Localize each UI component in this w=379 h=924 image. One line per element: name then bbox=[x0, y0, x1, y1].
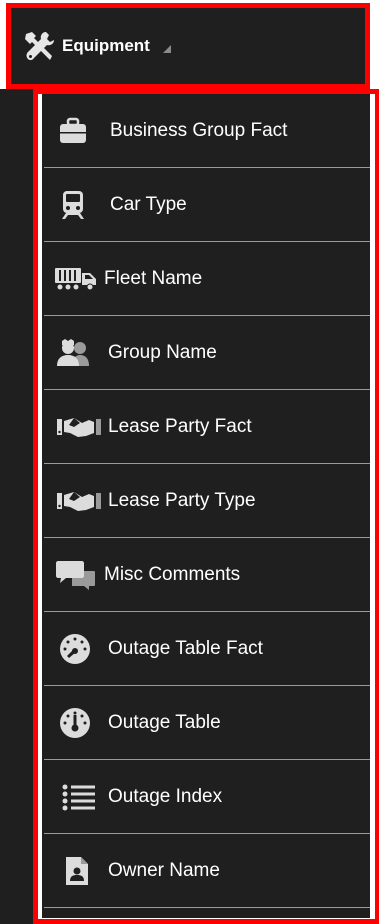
menu-item-label: Outage Table bbox=[108, 711, 221, 733]
menu-item-outage-table-fact[interactable]: Outage Table Fact bbox=[44, 612, 370, 686]
gauge-icon bbox=[58, 633, 92, 664]
comments-icon bbox=[56, 560, 96, 590]
menu-item-label: Car Type bbox=[110, 193, 187, 215]
menu-item-outage-table[interactable]: Outage Table bbox=[44, 686, 370, 760]
tools-icon bbox=[25, 32, 54, 61]
menu-item-fleet-name[interactable]: Fleet Name bbox=[44, 242, 370, 316]
menu-item-label: Outage Index bbox=[108, 785, 223, 807]
header-title: Equipment bbox=[62, 36, 150, 55]
menu-item-lease-party-type[interactable]: Lease Party Type bbox=[44, 464, 370, 538]
list-icon bbox=[62, 782, 96, 812]
truck-icon bbox=[54, 264, 98, 294]
menu-item-owner-name[interactable]: Owner Name bbox=[44, 834, 370, 908]
user-file-icon bbox=[62, 856, 92, 886]
menu-item-label: Lease Party Fact bbox=[108, 415, 252, 437]
menu-item-misc-comments[interactable]: Misc Comments bbox=[44, 538, 370, 612]
gauge-icon bbox=[58, 707, 92, 738]
briefcase-icon bbox=[58, 116, 88, 146]
menu-item-label: Group Name bbox=[108, 341, 217, 363]
equipment-submenu: Business Group Fact Car Type Fleet Name … bbox=[42, 94, 370, 918]
users-icon bbox=[56, 338, 90, 368]
menu-item-outage-index[interactable]: Outage Index bbox=[44, 760, 370, 834]
handshake-icon bbox=[56, 486, 102, 516]
handshake-icon bbox=[56, 412, 102, 442]
menu-item-label: Business Group Fact bbox=[110, 119, 288, 141]
menu-item-label: Owner Name bbox=[108, 859, 220, 881]
menu-item-lease-party-fact[interactable]: Lease Party Fact bbox=[44, 390, 370, 464]
train-icon bbox=[58, 190, 88, 220]
caret-down-icon[interactable] bbox=[162, 44, 172, 54]
menu-item-car-type[interactable]: Car Type bbox=[44, 168, 370, 242]
menu-item-label: Lease Party Type bbox=[108, 489, 256, 511]
menu-item-business-group-fact[interactable]: Business Group Fact bbox=[44, 94, 370, 168]
menu-item-label: Outage Table Fact bbox=[108, 637, 263, 659]
equipment-header[interactable]: Equipment bbox=[11, 8, 365, 84]
menu-item-label: Fleet Name bbox=[104, 267, 203, 289]
menu-item-label: Misc Comments bbox=[104, 563, 241, 585]
menu-item-group-name[interactable]: Group Name bbox=[44, 316, 370, 390]
